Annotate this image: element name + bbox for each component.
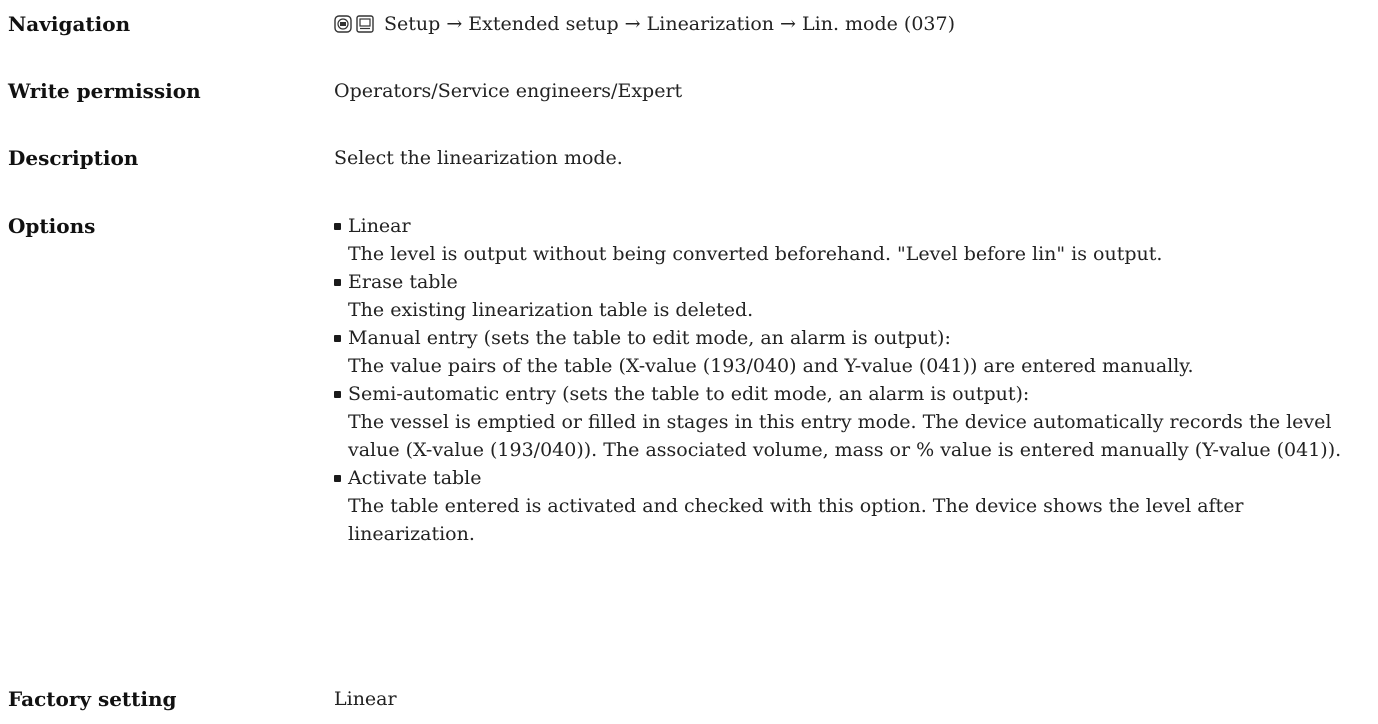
- navigation-icons: [334, 15, 374, 33]
- bullet-icon: [334, 223, 341, 230]
- bullet-icon: [334, 335, 341, 342]
- options-value: Linear The level is output without being…: [334, 212, 1368, 548]
- option-description: The value pairs of the table (X-value (1…: [348, 355, 1194, 377]
- bullet-icon: [334, 391, 341, 398]
- description-value: Select the linearization mode.: [334, 147, 623, 169]
- option-description: The existing linearization table is dele…: [348, 299, 754, 321]
- option-description: The level is output without being conver…: [348, 243, 1163, 265]
- factory-setting-value: Linear: [334, 688, 397, 710]
- options-list: Linear The level is output without being…: [334, 212, 1368, 548]
- option-item: Linear The level is output without being…: [334, 212, 1368, 268]
- bullet-icon: [334, 279, 341, 286]
- write-permission-label: Write permission: [8, 79, 201, 103]
- option-title: Semi-automatic entry (sets the table to …: [348, 383, 1030, 405]
- option-item: Erase table The existing linearization t…: [334, 268, 1368, 324]
- option-description: The vessel is emptied or filled in stage…: [348, 411, 1342, 461]
- option-item: Manual entry (sets the table to edit mod…: [334, 324, 1368, 380]
- write-permission-value: Operators/Service engineers/Expert: [334, 80, 683, 102]
- options-label: Options: [8, 214, 96, 238]
- option-item: Semi-automatic entry (sets the table to …: [334, 380, 1368, 464]
- navigation-path: Setup → Extended setup → Linearization →…: [384, 13, 956, 35]
- option-title: Linear: [348, 215, 411, 237]
- option-title: Erase table: [348, 271, 458, 293]
- display-operating-icon: [334, 15, 352, 33]
- option-title: Activate table: [348, 467, 482, 489]
- option-description: The table entered is activated and check…: [348, 495, 1244, 545]
- description-label: Description: [8, 146, 139, 170]
- bullet-icon: [334, 475, 341, 482]
- navigation-value: Setup → Extended setup → Linearization →…: [334, 10, 1368, 38]
- option-title: Manual entry (sets the table to edit mod…: [348, 327, 951, 349]
- option-item: Activate table The table entered is acti…: [334, 464, 1368, 548]
- factory-setting-label: Factory setting: [8, 687, 177, 711]
- display-module-icon: [356, 15, 374, 33]
- navigation-label: Navigation: [8, 12, 131, 36]
